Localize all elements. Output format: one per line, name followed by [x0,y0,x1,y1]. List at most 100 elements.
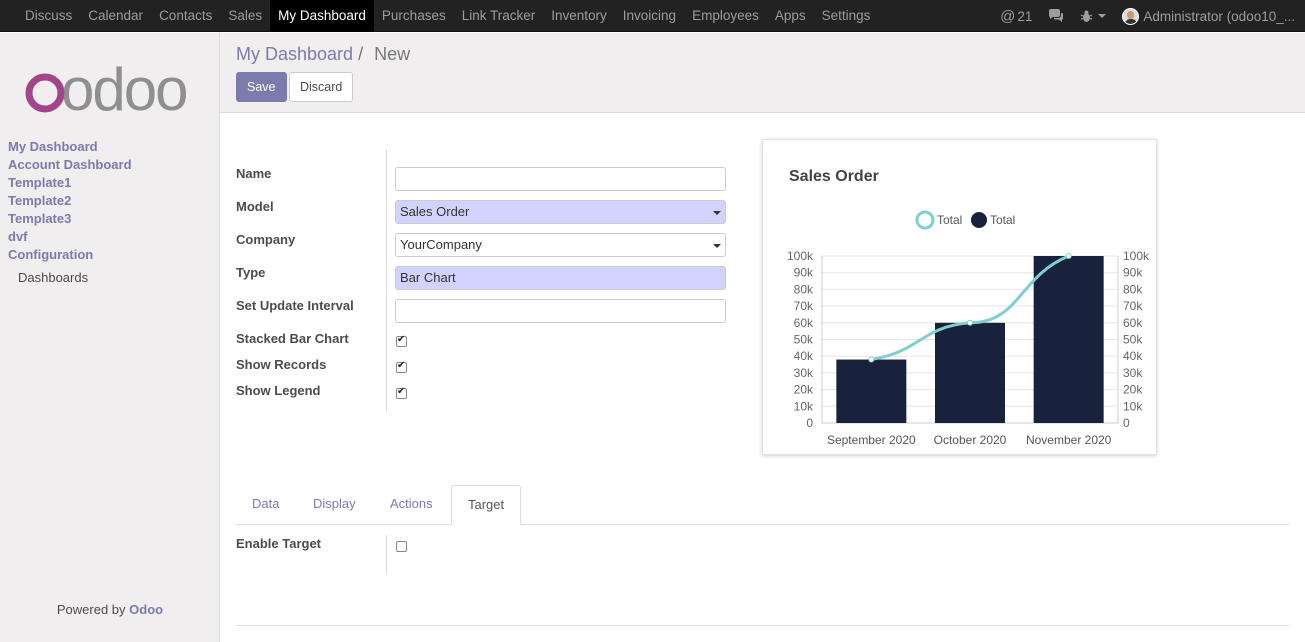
breadcrumb: My Dashboard / New [236,44,410,65]
notebook-tabs: Data Display Actions Target [236,485,1289,525]
sidebar-item-dvf[interactable]: dvf [8,228,132,246]
mentions-button[interactable]: @ 21 [992,0,1040,32]
systray: @ 21 Administrator (odoo10_... [992,0,1305,32]
menu-item-purchases[interactable]: Purchases [374,0,454,32]
legend-label: Total [990,213,1015,227]
legend-swatch-bar [971,212,987,228]
sidebar-item-dashboards[interactable]: Dashboards [18,270,88,285]
sidebar-item-configuration[interactable]: Configuration [8,246,132,264]
tab-display[interactable]: Display [297,485,372,525]
sidebar-item-template3[interactable]: Template3 [8,210,132,228]
save-button[interactable]: Save [236,72,287,102]
enable-target-checkbox[interactable] [396,541,407,552]
y-tick-label-right: 60k [1123,316,1143,330]
x-tick-label: October 2020 [934,433,1007,447]
menu-item-invoicing[interactable]: Invoicing [615,0,684,32]
show-records-checkbox[interactable] [396,360,407,373]
y-tick-label-left: 40k [794,349,814,363]
records-label: Show Records [236,357,327,372]
menu-item-settings[interactable]: Settings [814,0,879,32]
sidebar-item-my-dashboard[interactable]: My Dashboard [8,138,132,156]
bar-2 [1033,256,1104,423]
tab-actions[interactable]: Actions [374,485,449,525]
odoo-logo[interactable]: odoo [25,63,195,113]
y-tick-label-left: 20k [794,383,814,397]
chat-icon [1049,9,1064,22]
menu-item-apps[interactable]: Apps [767,0,814,32]
form-sheet: Name Model Sales Order Company YourCompa… [220,113,1305,642]
menu-item-my-dashboard[interactable]: My Dashboard [270,0,374,32]
model-value: Sales Order [400,204,470,219]
legend-label: Show Legend [236,383,321,398]
bug-icon [1081,10,1093,22]
sidebar-item-template2[interactable]: Template2 [8,192,132,210]
messaging-button[interactable] [1040,0,1072,32]
y-tick-label-right: 80k [1123,282,1143,296]
chart-svg: 0 0 10k 10k 20k 20k 30k 30k 40k 40k 50k 50k 60k 60k 70… [787,210,1150,447]
app-menu: Discuss Calendar Contacts Sales My Dashboard… [17,0,878,32]
y-tick-label-right: 0 [1123,416,1130,430]
field-divider [386,535,387,573]
bar-1 [935,322,1005,423]
avatar [1122,7,1140,25]
y-tick-label-left: 70k [794,299,814,313]
name-field[interactable] [395,167,726,191]
legend-swatch-line [915,210,935,230]
menu-item-employees[interactable]: Employees [684,0,767,32]
menu-item-discuss[interactable]: Discuss [17,0,80,32]
company-value: YourCompany [400,237,482,252]
control-panel: My Dashboard / New Save Discard [220,33,1305,113]
field-divider [386,149,387,412]
sidebar-menu: My Dashboard Account Dashboard Template1 Te… [8,138,132,264]
menu-item-sales[interactable]: Sales [220,0,270,32]
line-point-2 [1065,253,1072,259]
company-select[interactable]: YourCompany [395,233,726,257]
divider [236,625,1289,626]
breadcrumb-separator: / [358,44,364,64]
type-label: Type [236,265,266,280]
y-tick-label-left: 0 [806,416,813,430]
chart-preview-card: Sales Order 0 0 10k 10k 20k 20k 30k 30k 40k 40k 50… [762,139,1157,455]
model-select[interactable]: Sales Order [395,200,726,224]
y-tick-label-left: 30k [794,366,814,380]
sidebar-item-template1[interactable]: Template1 [8,174,132,192]
bar-0 [836,359,907,423]
y-tick-label-right: 10k [1123,399,1143,413]
stacked-checkbox[interactable] [396,334,407,347]
enable-target-label: Enable Target [236,536,322,551]
y-tick-label-left: 100k [787,249,814,263]
mentions-count: 21 [1017,8,1033,24]
breadcrumb-parent[interactable]: My Dashboard [236,44,353,64]
y-tick-label-right: 30k [1123,366,1143,380]
type-select[interactable]: Bar Chart [395,266,726,290]
menu-item-link-tracker[interactable]: Link Tracker [454,0,544,32]
y-tick-label-right: 100k [1123,249,1150,263]
powered-by: Powered by Odoo [0,602,220,617]
show-legend-checkbox[interactable] [396,386,407,399]
tab-target[interactable]: Target [451,485,522,525]
tab-data[interactable]: Data [236,485,295,525]
y-tick-label-left: 80k [794,282,814,296]
chevron-down-icon [713,211,721,215]
powered-by-link[interactable]: Odoo [129,602,163,617]
sidebar-item-account-dashboard[interactable]: Account Dashboard [8,156,132,174]
logo-text: odoo [61,63,186,113]
interval-label: Set Update Interval [236,298,354,313]
y-tick-label-right: 20k [1123,383,1143,397]
breadcrumb-current: New [374,44,411,64]
chevron-down-icon [1098,14,1107,18]
y-tick-label-right: 90k [1123,266,1143,280]
debug-menu-button[interactable] [1072,0,1114,32]
legend-label: Total [937,213,962,227]
top-navbar: Discuss Calendar Contacts Sales My Dashboard… [0,0,1305,32]
y-tick-label-right: 70k [1123,299,1143,313]
x-tick-label: November 2020 [1026,433,1112,447]
menu-item-inventory[interactable]: Inventory [543,0,615,32]
line-point-0 [868,356,875,363]
menu-item-calendar[interactable]: Calendar [80,0,151,32]
interval-field[interactable] [395,299,726,323]
user-menu[interactable]: Administrator (odoo10_... [1114,0,1305,32]
menu-item-contacts[interactable]: Contacts [151,0,220,32]
type-value: Bar Chart [400,270,456,285]
discard-button[interactable]: Discard [289,72,354,102]
